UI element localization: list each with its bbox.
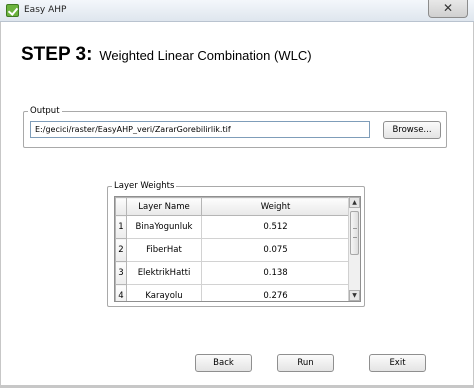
weight-cell[interactable]: 0.276 xyxy=(201,284,350,301)
column-header-layer-name[interactable]: Layer Name xyxy=(126,197,202,216)
layer-weights-table: Layer Name Weight 1 BinaYogunluk 0.512 2… xyxy=(114,196,361,302)
table-row: 3 ElektrikHatti 0.138 xyxy=(115,261,350,285)
layer-weights-group-label: Layer Weights xyxy=(114,181,175,191)
layer-name-cell[interactable]: FiberHat xyxy=(126,238,202,262)
window-title: Easy AHP xyxy=(24,5,67,15)
weight-cell[interactable]: 0.138 xyxy=(201,261,350,285)
table-row: 1 BinaYogunluk 0.512 xyxy=(115,215,350,239)
back-button[interactable]: Back xyxy=(195,354,252,372)
scroll-down-arrow-icon[interactable]: ▼ xyxy=(349,290,360,301)
scroll-thumb[interactable] xyxy=(350,211,359,255)
layer-name-cell[interactable]: Karayolu xyxy=(126,284,202,301)
page-title: STEP 3: Weighted Linear Combination (WLC… xyxy=(21,44,312,66)
easy-ahp-check-icon xyxy=(6,4,19,17)
table-vertical-scrollbar[interactable]: ▲ ▼ xyxy=(348,197,360,301)
step-title: Weighted Linear Combination (WLC) xyxy=(99,48,312,63)
layer-name-cell[interactable]: BinaYogunluk xyxy=(126,215,202,239)
row-header[interactable]: 2 xyxy=(115,238,127,262)
output-group-label: Output xyxy=(30,106,60,116)
title-bar: Easy AHP ✕ xyxy=(0,0,474,22)
table-row: 2 FiberHat 0.075 xyxy=(115,238,350,262)
column-header-weight[interactable]: Weight xyxy=(201,197,350,216)
layer-name-cell[interactable]: ElektrikHatti xyxy=(126,261,202,285)
browse-button[interactable]: Browse... xyxy=(383,121,441,139)
step-number: STEP 3: xyxy=(21,44,93,65)
close-icon: ✕ xyxy=(442,1,454,15)
output-path-input[interactable] xyxy=(30,121,370,138)
weight-cell[interactable]: 0.512 xyxy=(201,215,350,239)
scroll-up-arrow-icon[interactable]: ▲ xyxy=(349,197,360,208)
run-button[interactable]: Run xyxy=(277,354,334,372)
weight-cell[interactable]: 0.075 xyxy=(201,238,350,262)
row-header[interactable]: 1 xyxy=(115,215,127,239)
table-corner[interactable] xyxy=(115,197,127,216)
row-header[interactable]: 3 xyxy=(115,261,127,285)
exit-button[interactable]: Exit xyxy=(369,354,426,372)
row-header[interactable]: 4 xyxy=(115,284,127,301)
close-button[interactable]: ✕ xyxy=(428,0,468,18)
table-row: 4 Karayolu 0.276 xyxy=(115,284,350,301)
